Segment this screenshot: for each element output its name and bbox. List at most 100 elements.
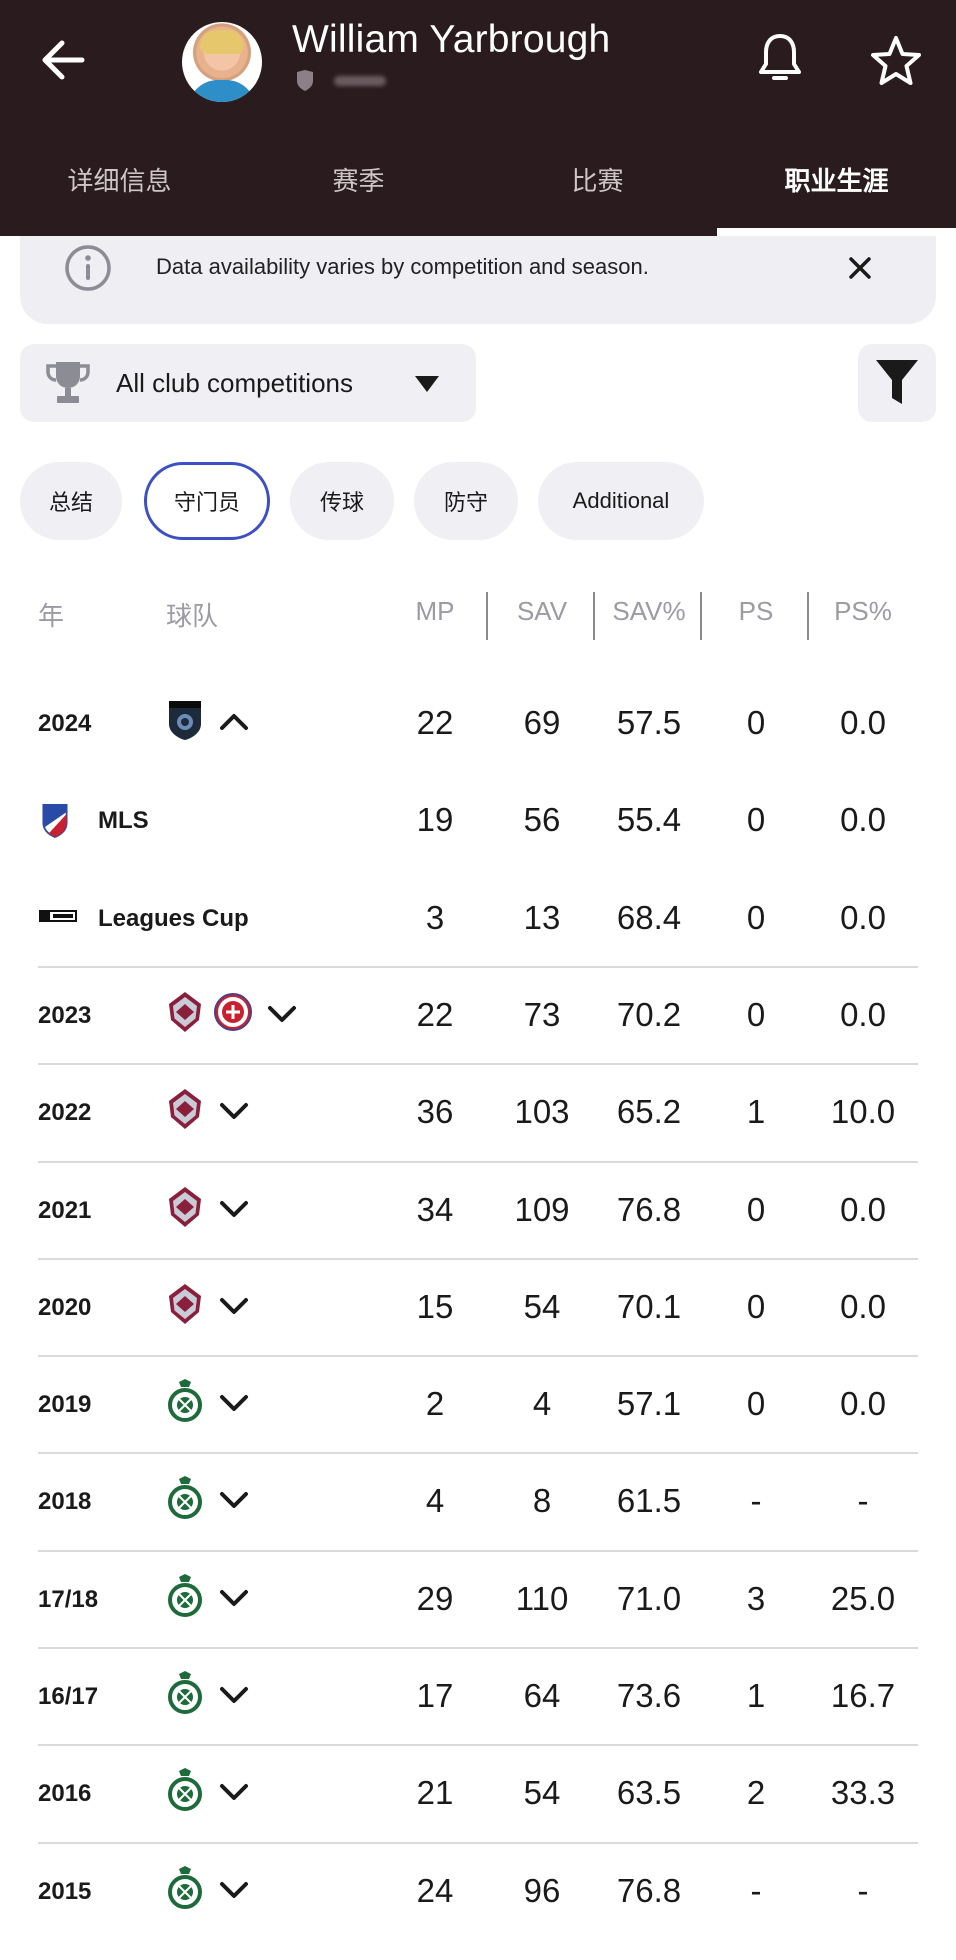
pill-additional[interactable]: Additional	[538, 462, 704, 540]
chevron-down-icon[interactable]	[218, 1878, 250, 1902]
bell-icon[interactable]	[756, 32, 804, 86]
player-subtitle	[296, 68, 386, 94]
cell-ps: 0	[746, 1287, 766, 1325]
cell-mp: 17	[416, 1677, 454, 1714]
season-row[interactable]: 2022 36 103 65.2 1 10.0	[0, 1065, 956, 1161]
cell-ps: -	[750, 1871, 762, 1909]
leagues-cup-logo-icon	[39, 909, 77, 922]
cell-ps-pct: 25.0	[830, 1579, 896, 1617]
cell-ps: 1	[746, 1093, 766, 1131]
competition-select[interactable]: All club competitions	[20, 344, 476, 422]
pill-goalkeeper[interactable]: 守门员	[144, 462, 270, 540]
cell-sav: 110	[515, 1579, 569, 1617]
star-icon[interactable]	[868, 34, 924, 88]
cell-sav-pct: 68.4	[616, 898, 682, 936]
chevron-down-icon[interactable]	[218, 1391, 250, 1415]
season-row[interactable]: 2021 34 109 76.8 0 0.0	[0, 1163, 956, 1259]
cell-sav: 4	[532, 1385, 552, 1423]
season-row[interactable]: 2020 15 54 70.1 0 0.0	[0, 1260, 956, 1356]
season-row[interactable]: 2015 24 96 76.8 - -	[0, 1844, 956, 1940]
header-sav-pct[interactable]: SAV%	[594, 596, 704, 627]
cell-ps: 0	[746, 1385, 766, 1423]
chevron-down-icon[interactable]	[218, 1099, 250, 1123]
season-row[interactable]: 17/18 29 110 71.0 3 25.0	[0, 1552, 956, 1648]
cell-sav-pct: 57.5	[616, 704, 682, 741]
info-banner: Data availability varies by competition …	[20, 236, 936, 324]
cell-sav-pct: 57.1	[616, 1385, 682, 1423]
cell-ps: 0	[746, 898, 766, 936]
cell-sav: 109	[514, 1190, 570, 1228]
app-header: William Yarbrough 详细信息 赛季 比赛 职业生涯	[0, 0, 956, 236]
cell-ps-pct: 0.0	[840, 898, 886, 936]
cell-ps-pct: -	[857, 1482, 869, 1520]
cell-mp: 24	[416, 1871, 454, 1909]
cell-sav: 69	[523, 704, 561, 741]
tab-details[interactable]: 详细信息	[0, 140, 239, 236]
pill-passing[interactable]: 传球	[290, 462, 394, 540]
competition-row[interactable]: Leagues Cup 3 13 68.4 0 0.0	[0, 871, 956, 967]
cell-sav: 54	[523, 1287, 561, 1325]
cell-mp: 22	[416, 995, 454, 1033]
cell-sav-pct: 55.4	[616, 801, 682, 839]
cell-mp: 34	[416, 1190, 454, 1228]
season-row[interactable]: 2019 2 4 57.1 0 0.0	[0, 1357, 956, 1453]
season-row[interactable]: 2023 22 73 70.2 0 0.0	[0, 968, 956, 1064]
cell-mp: 3	[425, 898, 445, 936]
cell-ps: 2	[746, 1774, 766, 1812]
season-year: 2015	[38, 1877, 92, 1905]
chevron-down-icon[interactable]	[266, 1002, 298, 1026]
back-arrow-icon[interactable]	[36, 30, 96, 90]
chevron-down-icon[interactable]	[218, 1294, 250, 1318]
cell-ps-pct: 16.7	[830, 1677, 896, 1714]
season-year: 2023	[38, 1001, 92, 1029]
header-mp[interactable]: MP	[380, 596, 490, 627]
header-ps[interactable]: PS	[701, 596, 811, 627]
cell-sav: 64	[523, 1677, 561, 1714]
season-row[interactable]: 16/17 17 64 73.6 1 16.7	[0, 1649, 956, 1745]
cell-mp: 4	[425, 1482, 445, 1520]
chevron-down-icon[interactable]	[218, 1197, 250, 1221]
header-sav[interactable]: SAV	[487, 596, 597, 627]
season-year: 2022	[38, 1099, 92, 1127]
chevron-down-icon[interactable]	[218, 1683, 250, 1707]
player-avatar	[182, 22, 262, 102]
season-year: 2016	[38, 1780, 92, 1808]
caret-down-icon	[415, 376, 439, 392]
trophy-icon	[46, 362, 90, 403]
chevron-down-icon[interactable]	[218, 1586, 250, 1610]
racing-club-badge-icon	[168, 1865, 202, 1909]
filter-button[interactable]	[858, 344, 936, 422]
pill-defense[interactable]: 防守	[414, 462, 518, 540]
season-year: 2018	[38, 1488, 92, 1516]
header-ps-pct[interactable]: PS%	[808, 596, 918, 627]
season-row[interactable]: 2024 22 69 57.5 0 0.0	[0, 676, 956, 772]
competition-row[interactable]: MLS 19 56 55.4 0 0.0	[0, 773, 956, 869]
tab-career[interactable]: 职业生涯	[717, 140, 956, 236]
season-row[interactable]: 2018 4 8 61.5 - -	[0, 1454, 956, 1550]
cell-sav-pct: 70.2	[616, 995, 682, 1033]
header-team: 球队	[166, 601, 219, 631]
close-icon[interactable]	[840, 248, 880, 288]
competition-select-value: All club competitions	[116, 368, 353, 398]
chevron-up-icon[interactable]	[218, 710, 250, 734]
rapids-club-badge-icon	[169, 1186, 201, 1227]
season-row[interactable]: 2016 21 54 63.5 2 33.3	[0, 1746, 956, 1842]
cell-sav-pct: 71.0	[616, 1579, 682, 1617]
tab-seasons[interactable]: 赛季	[239, 140, 478, 236]
cell-ps-pct: 0.0	[840, 995, 886, 1033]
info-icon	[65, 245, 111, 291]
chevron-down-icon[interactable]	[218, 1488, 250, 1512]
chevron-down-icon[interactable]	[218, 1780, 250, 1804]
banner-message: Data availability varies by competition …	[156, 254, 649, 279]
pill-summary[interactable]: 总结	[20, 462, 122, 540]
cell-mp: 36	[416, 1093, 454, 1131]
cell-mp: 21	[416, 1774, 454, 1812]
cell-sav-pct: 70.1	[616, 1287, 682, 1325]
cell-ps: 0	[746, 1190, 766, 1228]
season-year: 2024	[38, 710, 92, 737]
cell-sav: 73	[523, 995, 561, 1033]
season-year: 2020	[38, 1293, 92, 1321]
tab-matches[interactable]: 比赛	[478, 140, 717, 236]
season-year: 16/17	[38, 1683, 99, 1710]
tab-bar: 详细信息 赛季 比赛 职业生涯	[0, 140, 956, 236]
